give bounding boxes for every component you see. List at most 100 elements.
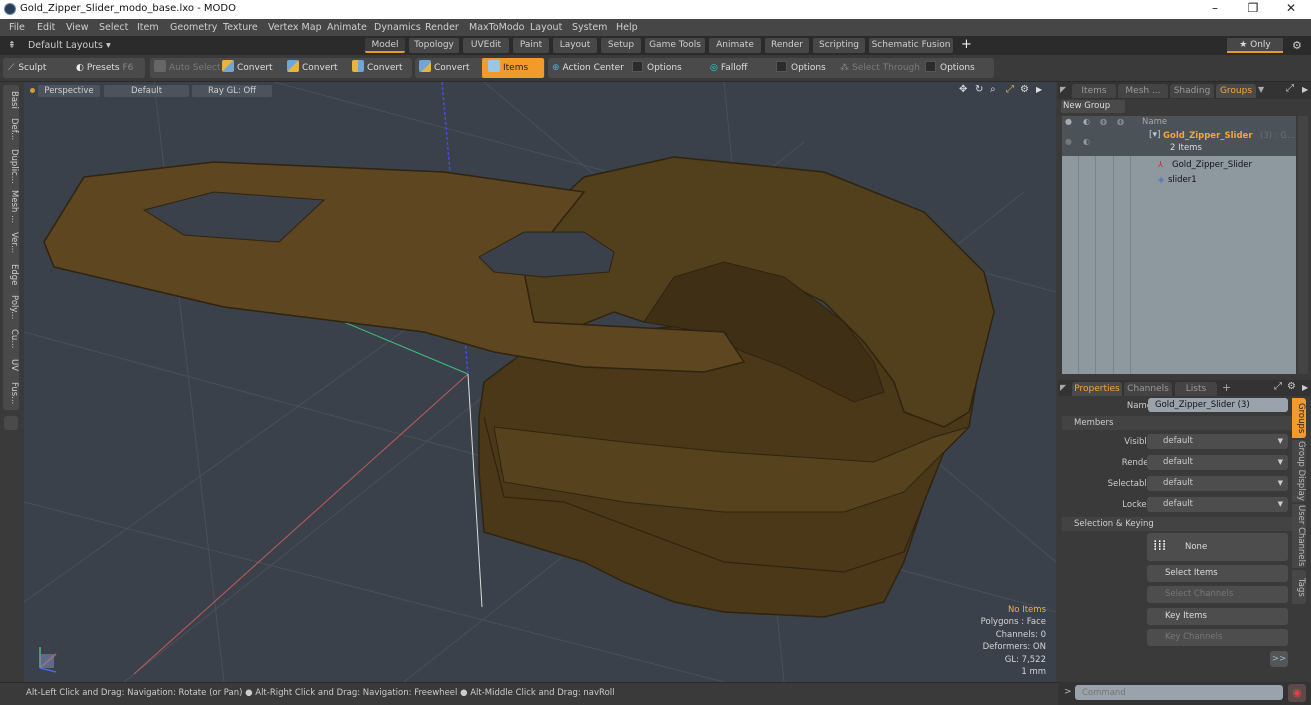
restore-button[interactable]: ❐ — [1238, 1, 1268, 17]
record-macro-icon[interactable]: ◉ — [1288, 684, 1306, 702]
presets-button[interactable]: ◐ Presets F6 — [76, 58, 133, 78]
close-button[interactable]: ✕ — [1276, 1, 1306, 17]
vtab-curve[interactable]: Cu... — [3, 325, 19, 353]
tab-render[interactable]: Render — [765, 38, 809, 53]
tab-topology[interactable]: Topology — [409, 38, 459, 53]
add-tab-button[interactable]: + — [1222, 381, 1231, 394]
tab-animate[interactable]: Animate — [709, 38, 761, 53]
selectable-dropdown[interactable]: default ▼ — [1147, 476, 1288, 491]
tab-setup[interactable]: Setup — [601, 38, 641, 53]
select-items-button[interactable]: Select Items — [1147, 565, 1288, 582]
convert-button-1[interactable]: Convert — [222, 58, 273, 78]
menu-file[interactable]: File — [9, 22, 25, 33]
tab-items[interactable]: Items — [1072, 84, 1116, 98]
group-name-field[interactable]: Gold_Zipper_Slider (3) — [1148, 398, 1288, 412]
members-section-header[interactable]: Members — [1062, 416, 1292, 430]
vtab-uv[interactable]: UV — [3, 355, 19, 375]
selection-set-none-button[interactable]: ⁞⁞⁞ None — [1147, 533, 1288, 561]
zoom-icon[interactable]: ⌕ — [990, 84, 996, 95]
add-tab-button[interactable]: + — [961, 37, 972, 52]
render-icon[interactable]: ◐ — [1083, 137, 1090, 146]
lock-column-icon[interactable]: ◍ — [1100, 117, 1107, 126]
menu-dynamics[interactable]: Dynamics — [374, 22, 421, 33]
visibility-column-icon[interactable]: ● — [1065, 117, 1072, 126]
panel-expand-icon[interactable]: ▶ — [1302, 85, 1308, 94]
render-dropdown[interactable]: default ▼ — [1147, 455, 1288, 470]
vtab-polygon[interactable]: Poly... — [3, 291, 19, 323]
menu-layout[interactable]: Layout — [530, 22, 562, 33]
menu-edit[interactable]: Edit — [37, 22, 55, 33]
toolbox-toggle-button[interactable] — [4, 416, 18, 430]
3d-viewport[interactable]: Perspective Default Ray GL: Off ✥ ↻ ⌕ ⤢ … — [24, 82, 1056, 682]
key-items-button[interactable]: Key Items — [1147, 608, 1288, 625]
menu-help[interactable]: Help — [616, 22, 638, 33]
side-tab-groups[interactable]: Groups — [1292, 398, 1306, 438]
menu-texture[interactable]: Texture — [223, 22, 258, 33]
tab-schematic-fusion[interactable]: Schematic Fusion — [869, 38, 953, 53]
list-item[interactable]: ◈ slider1 — [1062, 174, 1296, 188]
falloff-button[interactable]: ◎ Falloff — [710, 58, 747, 78]
tab-paint[interactable]: Paint — [513, 38, 549, 53]
vtab-edge[interactable]: Edge — [3, 261, 19, 289]
tab-mesh[interactable]: Mesh ... — [1118, 84, 1168, 98]
group-row[interactable]: ● ◐ [▾] Gold_Zipper_Slider (3) : G... 2 … — [1062, 129, 1296, 156]
menu-animate[interactable]: Animate — [327, 22, 367, 33]
menu-select[interactable]: Select — [99, 22, 128, 33]
select-channels-button[interactable]: Select Channels — [1147, 586, 1288, 603]
tab-groups[interactable]: Groups — [1216, 84, 1256, 98]
view-type-dropdown[interactable]: Perspective — [38, 85, 100, 97]
groups-list-scrollbar[interactable] — [1298, 116, 1308, 374]
command-input[interactable] — [1075, 685, 1283, 700]
panel-menu-icon[interactable]: ◤ — [1060, 383, 1066, 392]
viewport-settings-icon[interactable]: ⚙ — [1020, 84, 1029, 95]
items-mode-button[interactable]: Items — [482, 58, 544, 78]
locked-dropdown[interactable]: default ▼ — [1147, 497, 1288, 512]
side-tab-user-channels[interactable]: User Channels — [1292, 504, 1306, 568]
tab-model[interactable]: Model — [365, 38, 405, 53]
visible-dropdown[interactable]: default ▼ — [1147, 434, 1288, 449]
layouts-dropdown[interactable]: ⇞ Default Layouts ▾ — [8, 40, 111, 51]
only-button[interactable]: ★ Only — [1227, 38, 1283, 53]
panel-menu-icon[interactable]: ◤ — [1060, 85, 1066, 94]
tabs-dropdown-icon[interactable]: ▼ — [1258, 85, 1264, 94]
auto-select-button[interactable]: Auto Select — [154, 58, 221, 78]
eye-icon[interactable]: ● — [1065, 137, 1072, 146]
name-column-header[interactable]: Name — [1142, 117, 1167, 127]
vtab-duplicate[interactable]: Duplic... — [3, 147, 19, 185]
side-tab-group-display[interactable]: Group Display — [1292, 440, 1306, 502]
list-item[interactable]: ⅄ Gold_Zipper_Slider — [1062, 159, 1296, 173]
panel-settings-icon[interactable]: ⚙ — [1287, 381, 1296, 392]
action-center-options[interactable]: Options — [632, 58, 682, 78]
tab-game-tools[interactable]: Game Tools — [645, 38, 705, 53]
menu-vertex-map[interactable]: Vertex Map — [268, 22, 322, 33]
groups-list[interactable]: ● ◐ ◍ ◍ Name ● ◐ [▾] Gold_Zipper_Slider … — [1062, 116, 1296, 374]
falloff-options[interactable]: Options — [776, 58, 826, 78]
rotate-icon[interactable]: ↻ — [975, 84, 983, 95]
maximize-panel-icon[interactable]: ⤢ — [1286, 83, 1294, 94]
vtab-vertex[interactable]: Ver... — [3, 229, 19, 257]
tab-lists[interactable]: Lists — [1175, 382, 1217, 396]
tab-scripting[interactable]: Scripting — [813, 38, 865, 53]
menu-geometry[interactable]: Geometry — [170, 22, 217, 33]
select-through-button[interactable]: ⁂ Select Through — [840, 58, 920, 78]
shading-dropdown[interactable]: Default — [104, 85, 189, 97]
panel-expand-icon[interactable]: ▶ — [1302, 383, 1308, 392]
select-column-icon[interactable]: ◍ — [1117, 117, 1124, 126]
convert-button-2[interactable]: Convert — [287, 58, 338, 78]
render-column-icon[interactable]: ◐ — [1083, 117, 1090, 126]
select-through-options[interactable]: Options — [925, 58, 975, 78]
tab-channels[interactable]: Channels — [1124, 382, 1172, 396]
vtab-deform[interactable]: Def... — [3, 115, 19, 143]
tab-properties[interactable]: Properties — [1072, 382, 1122, 396]
tab-uvedit[interactable]: UVEdit — [463, 38, 509, 53]
action-center-button[interactable]: ⊕ Action Center — [552, 58, 624, 78]
new-group-button[interactable]: New Group — [1061, 100, 1125, 113]
gear-icon[interactable]: ⚙ — [1292, 39, 1302, 52]
pan-icon[interactable]: ✥ — [959, 84, 967, 95]
tab-layout[interactable]: Layout — [553, 38, 597, 53]
viewport-expand-icon[interactable]: ▶ — [1036, 85, 1042, 94]
more-button[interactable]: >> — [1270, 651, 1288, 667]
key-channels-button[interactable]: Key Channels — [1147, 629, 1288, 646]
sculpt-button[interactable]: ⟋ Sculpt — [8, 58, 46, 78]
fit-view-icon[interactable]: ⤢ — [1006, 84, 1014, 95]
